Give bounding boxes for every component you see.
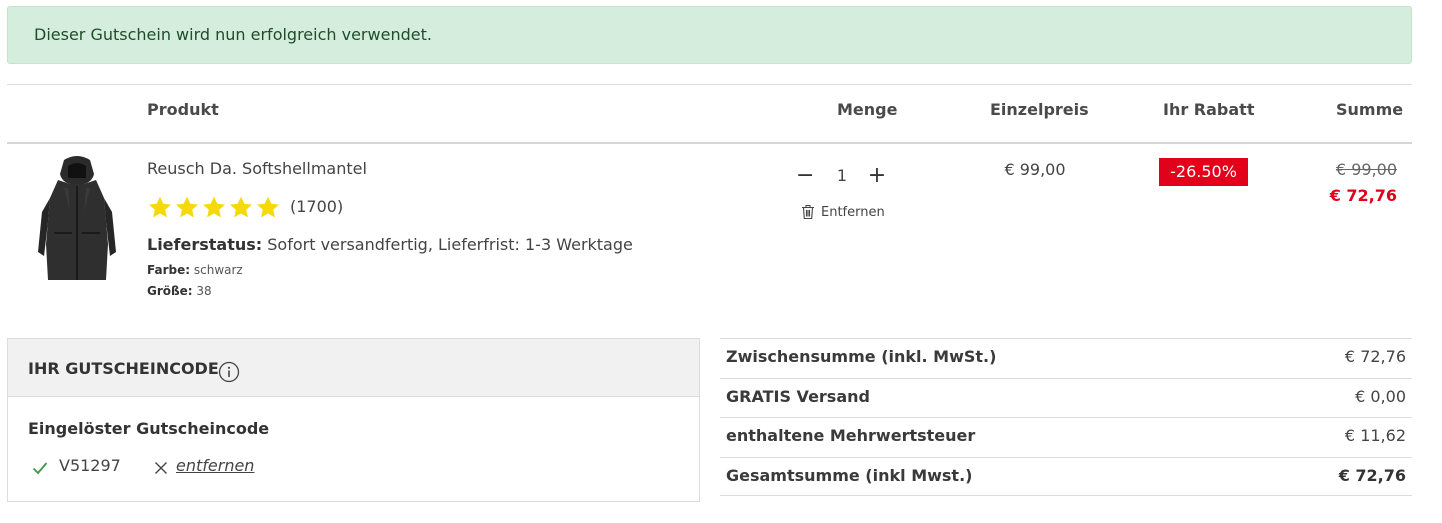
redeemed-coupon-label: Eingelöster Gutscheincode: [28, 419, 270, 438]
remove-item-label: Entfernen: [821, 204, 885, 220]
tax-label: enthaltene Mehrwertsteuer: [726, 426, 976, 445]
subtotal-value: € 72,76: [1344, 347, 1406, 366]
quantity-decrease-button[interactable]: −: [796, 164, 814, 188]
quantity-value[interactable]: 1: [834, 166, 850, 185]
product-name[interactable]: Reusch Da. Softshellmantel: [147, 159, 367, 178]
grand-total-value: € 72,76: [1338, 465, 1406, 485]
info-icon[interactable]: [218, 361, 240, 383]
subtotal-label: Zwischensumme (inkl. MwSt.): [726, 347, 997, 366]
shipping-row: GRATIS Versand € 0,00: [720, 377, 1412, 418]
check-icon: [32, 462, 48, 475]
divider: [7, 84, 1412, 85]
rating-stars: [147, 192, 282, 222]
shipping-value: € 0,00: [1355, 386, 1406, 406]
star-icon: [230, 196, 252, 217]
review-count[interactable]: (1700): [290, 197, 343, 216]
delivery-status: Lieferstatus: Sofort versandfertig, Lief…: [147, 235, 633, 254]
color-value: schwarz: [190, 263, 243, 277]
remove-item-button[interactable]: Entfernen: [801, 203, 885, 221]
delivery-status-text: Sofort versandfertig, Lieferfrist: 1-3 W…: [262, 235, 633, 254]
size-value: 38: [192, 284, 212, 298]
star-icon: [257, 196, 279, 217]
coupon-code: V51297: [59, 456, 121, 475]
product-image[interactable]: [24, 152, 130, 288]
quantity-increase-button[interactable]: +: [867, 164, 887, 188]
shipping-label: GRATIS Versand: [726, 386, 870, 406]
coupon-panel-title: IHR GUTSCHEINCODE: [28, 359, 219, 378]
unit-price: € 99,00: [1004, 160, 1066, 179]
column-header-product: Produkt: [147, 100, 219, 119]
star-icon: [176, 196, 198, 217]
star-icon: [203, 196, 225, 217]
delivery-status-label: Lieferstatus:: [147, 235, 263, 254]
size-label: Größe:: [147, 284, 193, 298]
close-icon[interactable]: [154, 461, 168, 475]
tax-row: enthaltene Mehrwertsteuer € 11,62: [720, 417, 1412, 457]
subtotal-row: Zwischensumme (inkl. MwSt.) € 72,76: [720, 338, 1412, 378]
remove-coupon-link[interactable]: entfernen: [176, 456, 254, 475]
product-size: Größe: 38: [147, 284, 212, 298]
discounted-price: € 72,76: [1329, 186, 1397, 205]
trash-icon: [802, 204, 814, 220]
success-alert-message: Dieser Gutschein wird nun erfolgreich ve…: [34, 25, 432, 44]
tax-value: € 11,62: [1344, 426, 1406, 445]
product-color: Farbe: schwarz: [147, 263, 243, 277]
coupon-panel-header: IHR GUTSCHEINCODE: [8, 339, 699, 397]
original-price: € 99,00: [1335, 160, 1397, 179]
star-icon: [149, 196, 171, 217]
column-header-unit-price: Einzelpreis: [990, 100, 1089, 119]
column-header-discount: Ihr Rabatt: [1163, 100, 1255, 119]
grand-total-label: Gesamtsumme (inkl Mwst.): [726, 465, 973, 485]
header-divider: [7, 142, 1412, 144]
coupon-panel: IHR GUTSCHEINCODE Eingelöster Gutscheinc…: [7, 338, 700, 502]
discount-badge: -26.50%: [1159, 158, 1248, 186]
grand-total-row: Gesamtsumme (inkl Mwst.) € 72,76: [720, 456, 1412, 496]
order-totals: Zwischensumme (inkl. MwSt.) € 72,76 GRAT…: [720, 338, 1412, 496]
color-label: Farbe:: [147, 263, 191, 277]
column-header-sum: Summe: [1336, 100, 1404, 119]
column-header-quantity: Menge: [837, 100, 898, 119]
success-alert: Dieser Gutschein wird nun erfolgreich ve…: [7, 6, 1412, 64]
